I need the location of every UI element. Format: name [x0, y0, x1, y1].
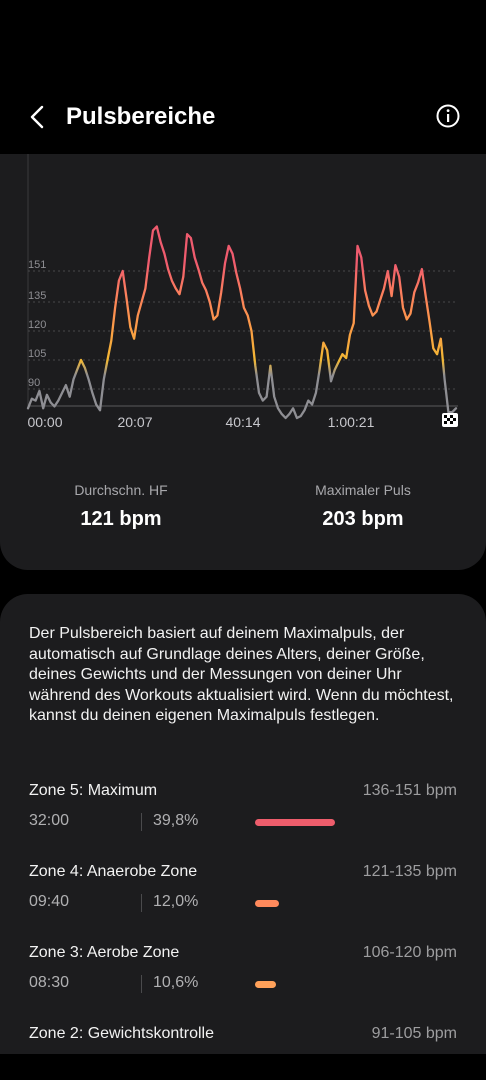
x-tick-label: 20:07: [117, 414, 152, 430]
y-tick-label: 90: [28, 377, 40, 389]
heart-rate-card: 151 135 120 105 90 00:00 20:07 40:14 1:00:21 Du…: [0, 154, 486, 570]
heart-rate-chart: 151 135 120 105 90 00:00 20:07 40:14 1:00:21: [26, 154, 458, 430]
y-tick-label: 135: [28, 290, 46, 302]
zone-divider: [141, 975, 142, 993]
finish-flag-icon: [442, 413, 458, 427]
zone-name: Zone 4: Anaerobe Zone: [29, 863, 198, 880]
zone-time: 32:00: [29, 812, 70, 829]
y-tick-label: 105: [28, 348, 46, 360]
zone-bar: [255, 819, 335, 826]
y-tick-label: 151: [28, 259, 46, 271]
max-hr-unit: bpm: [361, 508, 404, 530]
header: Pulsbereiche: [0, 90, 486, 146]
zone-2-row: Zone 2: Gewichtskontrolle 91-105 bpm: [0, 1025, 486, 1054]
zone-name: Zone 2: Gewichtskontrolle: [29, 1025, 214, 1042]
average-hr-label: Durchschn. HF: [74, 482, 168, 498]
x-tick-label: 00:00: [27, 414, 62, 430]
zones-card: Der Pulsbereich basiert auf deinem Maxim…: [0, 594, 486, 1054]
max-hr-value: 203: [322, 508, 356, 530]
max-hr-stat: Maximaler Puls 203 bpm: [263, 482, 463, 531]
zone-divider: [141, 894, 142, 912]
zone-percent: 39,8%: [153, 812, 199, 829]
average-hr-unit: bpm: [119, 508, 162, 530]
y-tick-label: 120: [28, 319, 46, 331]
zone-range: 121-135 bpm: [362, 863, 457, 880]
average-hr-value: 121: [80, 508, 114, 530]
heart-rate-line: [26, 225, 458, 420]
zone-bar: [255, 981, 276, 988]
zone-range: 106-120 bpm: [362, 944, 457, 961]
zone-5-row: Zone 5: Maximum 136-151 bpm 32:00 39,8%: [0, 782, 486, 842]
zone-divider: [141, 813, 142, 831]
info-icon[interactable]: [434, 102, 462, 130]
page-title: Pulsbereiche: [66, 103, 216, 130]
zone-name: Zone 3: Aerobe Zone: [29, 944, 180, 961]
zone-bar: [255, 900, 279, 907]
zone-percent: 12,0%: [153, 893, 199, 910]
bottom-edge: [0, 1054, 486, 1080]
zone-range: 136-151 bpm: [362, 782, 457, 799]
x-tick-label: 1:00:21: [328, 414, 375, 430]
zones-description: Der Pulsbereich basiert auf deinem Maxim…: [29, 625, 454, 724]
zone-range: 91-105 bpm: [371, 1025, 457, 1042]
zone-percent: 10,6%: [153, 974, 199, 991]
zone-time: 09:40: [29, 893, 70, 910]
zone-name: Zone 5: Maximum: [29, 782, 158, 799]
max-hr-label: Maximaler Puls: [315, 482, 411, 498]
x-tick-label: 40:14: [225, 414, 260, 430]
average-hr-stat: Durchschn. HF 121 bpm: [21, 482, 221, 531]
zone-4-row: Zone 4: Anaerobe Zone 121-135 bpm 09:40 …: [0, 863, 486, 923]
zone-time: 08:30: [29, 974, 70, 991]
zone-3-row: Zone 3: Aerobe Zone 106-120 bpm 08:30 10…: [0, 944, 486, 1004]
back-icon[interactable]: [24, 102, 54, 132]
